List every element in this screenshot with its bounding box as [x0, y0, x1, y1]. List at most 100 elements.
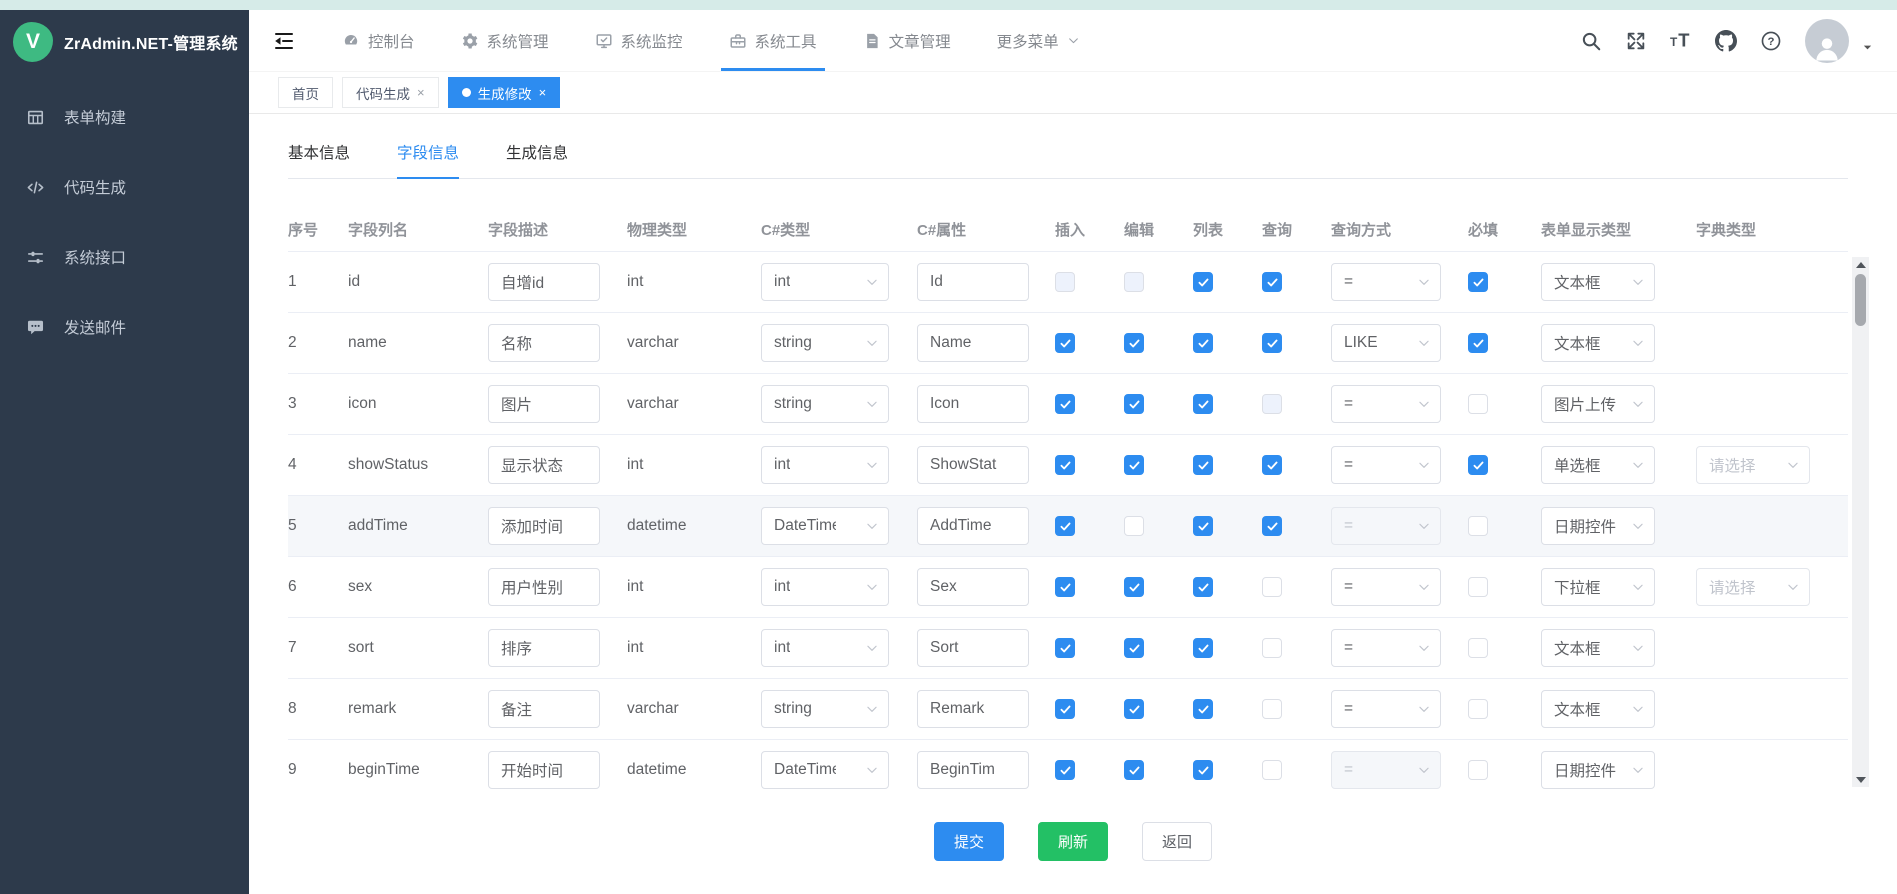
r1-cs-type-select[interactable]: int — [761, 263, 889, 301]
r6-required-checkbox[interactable] — [1468, 577, 1488, 597]
r9-display-type-select[interactable]: 日期控件 — [1541, 751, 1655, 789]
r6-cs-type-select[interactable]: int — [761, 568, 889, 606]
r6-insert-checkbox[interactable] — [1055, 577, 1075, 597]
nav-item-system-monitor[interactable]: 系统监控 — [595, 10, 683, 71]
r7-cs-prop-input[interactable] — [917, 629, 1029, 667]
r7-list-checkbox[interactable] — [1193, 638, 1213, 658]
r8-cs-prop-input[interactable] — [917, 690, 1029, 728]
r6-display-type-select[interactable]: 下拉框 — [1541, 568, 1655, 606]
r4-insert-checkbox[interactable] — [1055, 455, 1075, 475]
scroll-up-arrow-icon[interactable] — [1852, 257, 1869, 272]
r9-cs-prop-input[interactable] — [917, 751, 1029, 789]
r6-desc-input[interactable] — [488, 568, 600, 606]
close-icon[interactable]: × — [539, 86, 547, 99]
r8-required-checkbox[interactable] — [1468, 699, 1488, 719]
r3-edit-checkbox[interactable] — [1124, 394, 1144, 414]
sidebar-item-form-builder[interactable]: 表单构建 — [0, 82, 249, 152]
avatar[interactable] — [1805, 19, 1849, 63]
r6-cs-prop-input[interactable] — [917, 568, 1029, 606]
r5-required-checkbox[interactable] — [1468, 516, 1488, 536]
r3-required-checkbox[interactable] — [1468, 394, 1488, 414]
tag-home[interactable]: 首页 — [278, 77, 333, 108]
r4-required-checkbox[interactable] — [1468, 455, 1488, 475]
r8-query-type-select[interactable]: = — [1331, 690, 1441, 728]
r1-display-type-select[interactable]: 文本框 — [1541, 263, 1655, 301]
tab-generate-info[interactable]: 生成信息 — [506, 141, 568, 178]
r2-insert-checkbox[interactable] — [1055, 333, 1075, 353]
fullscreen-icon[interactable] — [1625, 30, 1647, 52]
r8-desc-input[interactable] — [488, 690, 600, 728]
nav-item-dashboard[interactable]: 控制台 — [342, 10, 415, 71]
r9-cs-type-select[interactable]: DateTime — [761, 751, 889, 789]
r4-cs-prop-input[interactable] — [917, 446, 1029, 484]
r9-insert-checkbox[interactable] — [1055, 760, 1075, 780]
close-icon[interactable]: × — [417, 86, 425, 99]
r9-list-checkbox[interactable] — [1193, 760, 1213, 780]
r5-query-checkbox[interactable] — [1262, 516, 1282, 536]
r8-edit-checkbox[interactable] — [1124, 699, 1144, 719]
tag-code-generate[interactable]: 代码生成× — [342, 77, 439, 108]
r1-cs-prop-input[interactable] — [917, 263, 1029, 301]
back-button[interactable]: 返回 — [1142, 822, 1212, 861]
r7-display-type-select[interactable]: 文本框 — [1541, 629, 1655, 667]
r4-cs-type-select[interactable]: int — [761, 446, 889, 484]
scrollbar-thumb[interactable] — [1855, 274, 1866, 326]
r1-desc-input[interactable] — [488, 263, 600, 301]
r2-required-checkbox[interactable] — [1468, 333, 1488, 353]
r7-desc-input[interactable] — [488, 629, 600, 667]
r6-list-checkbox[interactable] — [1193, 577, 1213, 597]
tab-field-info[interactable]: 字段信息 — [397, 141, 459, 178]
r6-edit-checkbox[interactable] — [1124, 577, 1144, 597]
r7-query-type-select[interactable]: = — [1331, 629, 1441, 667]
r5-cs-type-select[interactable]: DateTime — [761, 507, 889, 545]
r8-display-type-select[interactable]: 文本框 — [1541, 690, 1655, 728]
r9-desc-input[interactable] — [488, 751, 600, 789]
github-icon[interactable] — [1715, 30, 1737, 52]
r8-cs-type-select[interactable]: string — [761, 690, 889, 728]
r2-cs-type-select[interactable]: string — [761, 324, 889, 362]
r7-required-checkbox[interactable] — [1468, 638, 1488, 658]
r6-dict-type-select[interactable]: 请选择 — [1696, 568, 1810, 606]
help-icon[interactable]: ? — [1760, 30, 1782, 52]
r3-desc-input[interactable] — [488, 385, 600, 423]
sidebar-item-code-generate[interactable]: 代码生成 — [0, 152, 249, 222]
r2-query-type-select[interactable]: LIKE — [1331, 324, 1441, 362]
nav-item-system-tools[interactable]: 系统工具 — [729, 10, 817, 71]
r4-query-type-select[interactable]: = — [1331, 446, 1441, 484]
r2-cs-prop-input[interactable] — [917, 324, 1029, 362]
fold-sidebar-icon[interactable] — [272, 29, 296, 53]
r3-cs-type-select[interactable]: string — [761, 385, 889, 423]
r4-list-checkbox[interactable] — [1193, 455, 1213, 475]
r1-list-checkbox[interactable] — [1193, 272, 1213, 292]
vertical-scrollbar[interactable] — [1852, 257, 1869, 787]
font-size-icon[interactable]: TT — [1670, 30, 1692, 52]
r7-query-checkbox[interactable] — [1262, 638, 1282, 658]
r3-cs-prop-input[interactable] — [917, 385, 1029, 423]
r9-required-checkbox[interactable] — [1468, 760, 1488, 780]
chevron-down-icon[interactable] — [1862, 42, 1873, 53]
r3-list-checkbox[interactable] — [1193, 394, 1213, 414]
r7-insert-checkbox[interactable] — [1055, 638, 1075, 658]
r1-query-type-select[interactable]: = — [1331, 263, 1441, 301]
r7-cs-type-select[interactable]: int — [761, 629, 889, 667]
r8-list-checkbox[interactable] — [1193, 699, 1213, 719]
r2-query-checkbox[interactable] — [1262, 333, 1282, 353]
r4-query-checkbox[interactable] — [1262, 455, 1282, 475]
r5-display-type-select[interactable]: 日期控件 — [1541, 507, 1655, 545]
r3-query-type-select[interactable]: = — [1331, 385, 1441, 423]
tab-basic-info[interactable]: 基本信息 — [288, 141, 350, 178]
r1-required-checkbox[interactable] — [1468, 272, 1488, 292]
r4-desc-input[interactable] — [488, 446, 600, 484]
sidebar-item-send-mail[interactable]: 发送邮件 — [0, 292, 249, 362]
r6-query-checkbox[interactable] — [1262, 577, 1282, 597]
r3-display-type-select[interactable]: 图片上传 — [1541, 385, 1655, 423]
r9-edit-checkbox[interactable] — [1124, 760, 1144, 780]
r8-insert-checkbox[interactable] — [1055, 699, 1075, 719]
refresh-button[interactable]: 刷新 — [1038, 822, 1108, 861]
r5-edit-checkbox[interactable] — [1124, 516, 1144, 536]
nav-item-article-manage[interactable]: 文章管理 — [863, 10, 951, 71]
tag-generate-edit[interactable]: 生成修改× — [448, 77, 561, 108]
nav-item-more-menu[interactable]: 更多菜单 — [997, 10, 1080, 71]
r6-query-type-select[interactable]: = — [1331, 568, 1441, 606]
r4-display-type-select[interactable]: 单选框 — [1541, 446, 1655, 484]
